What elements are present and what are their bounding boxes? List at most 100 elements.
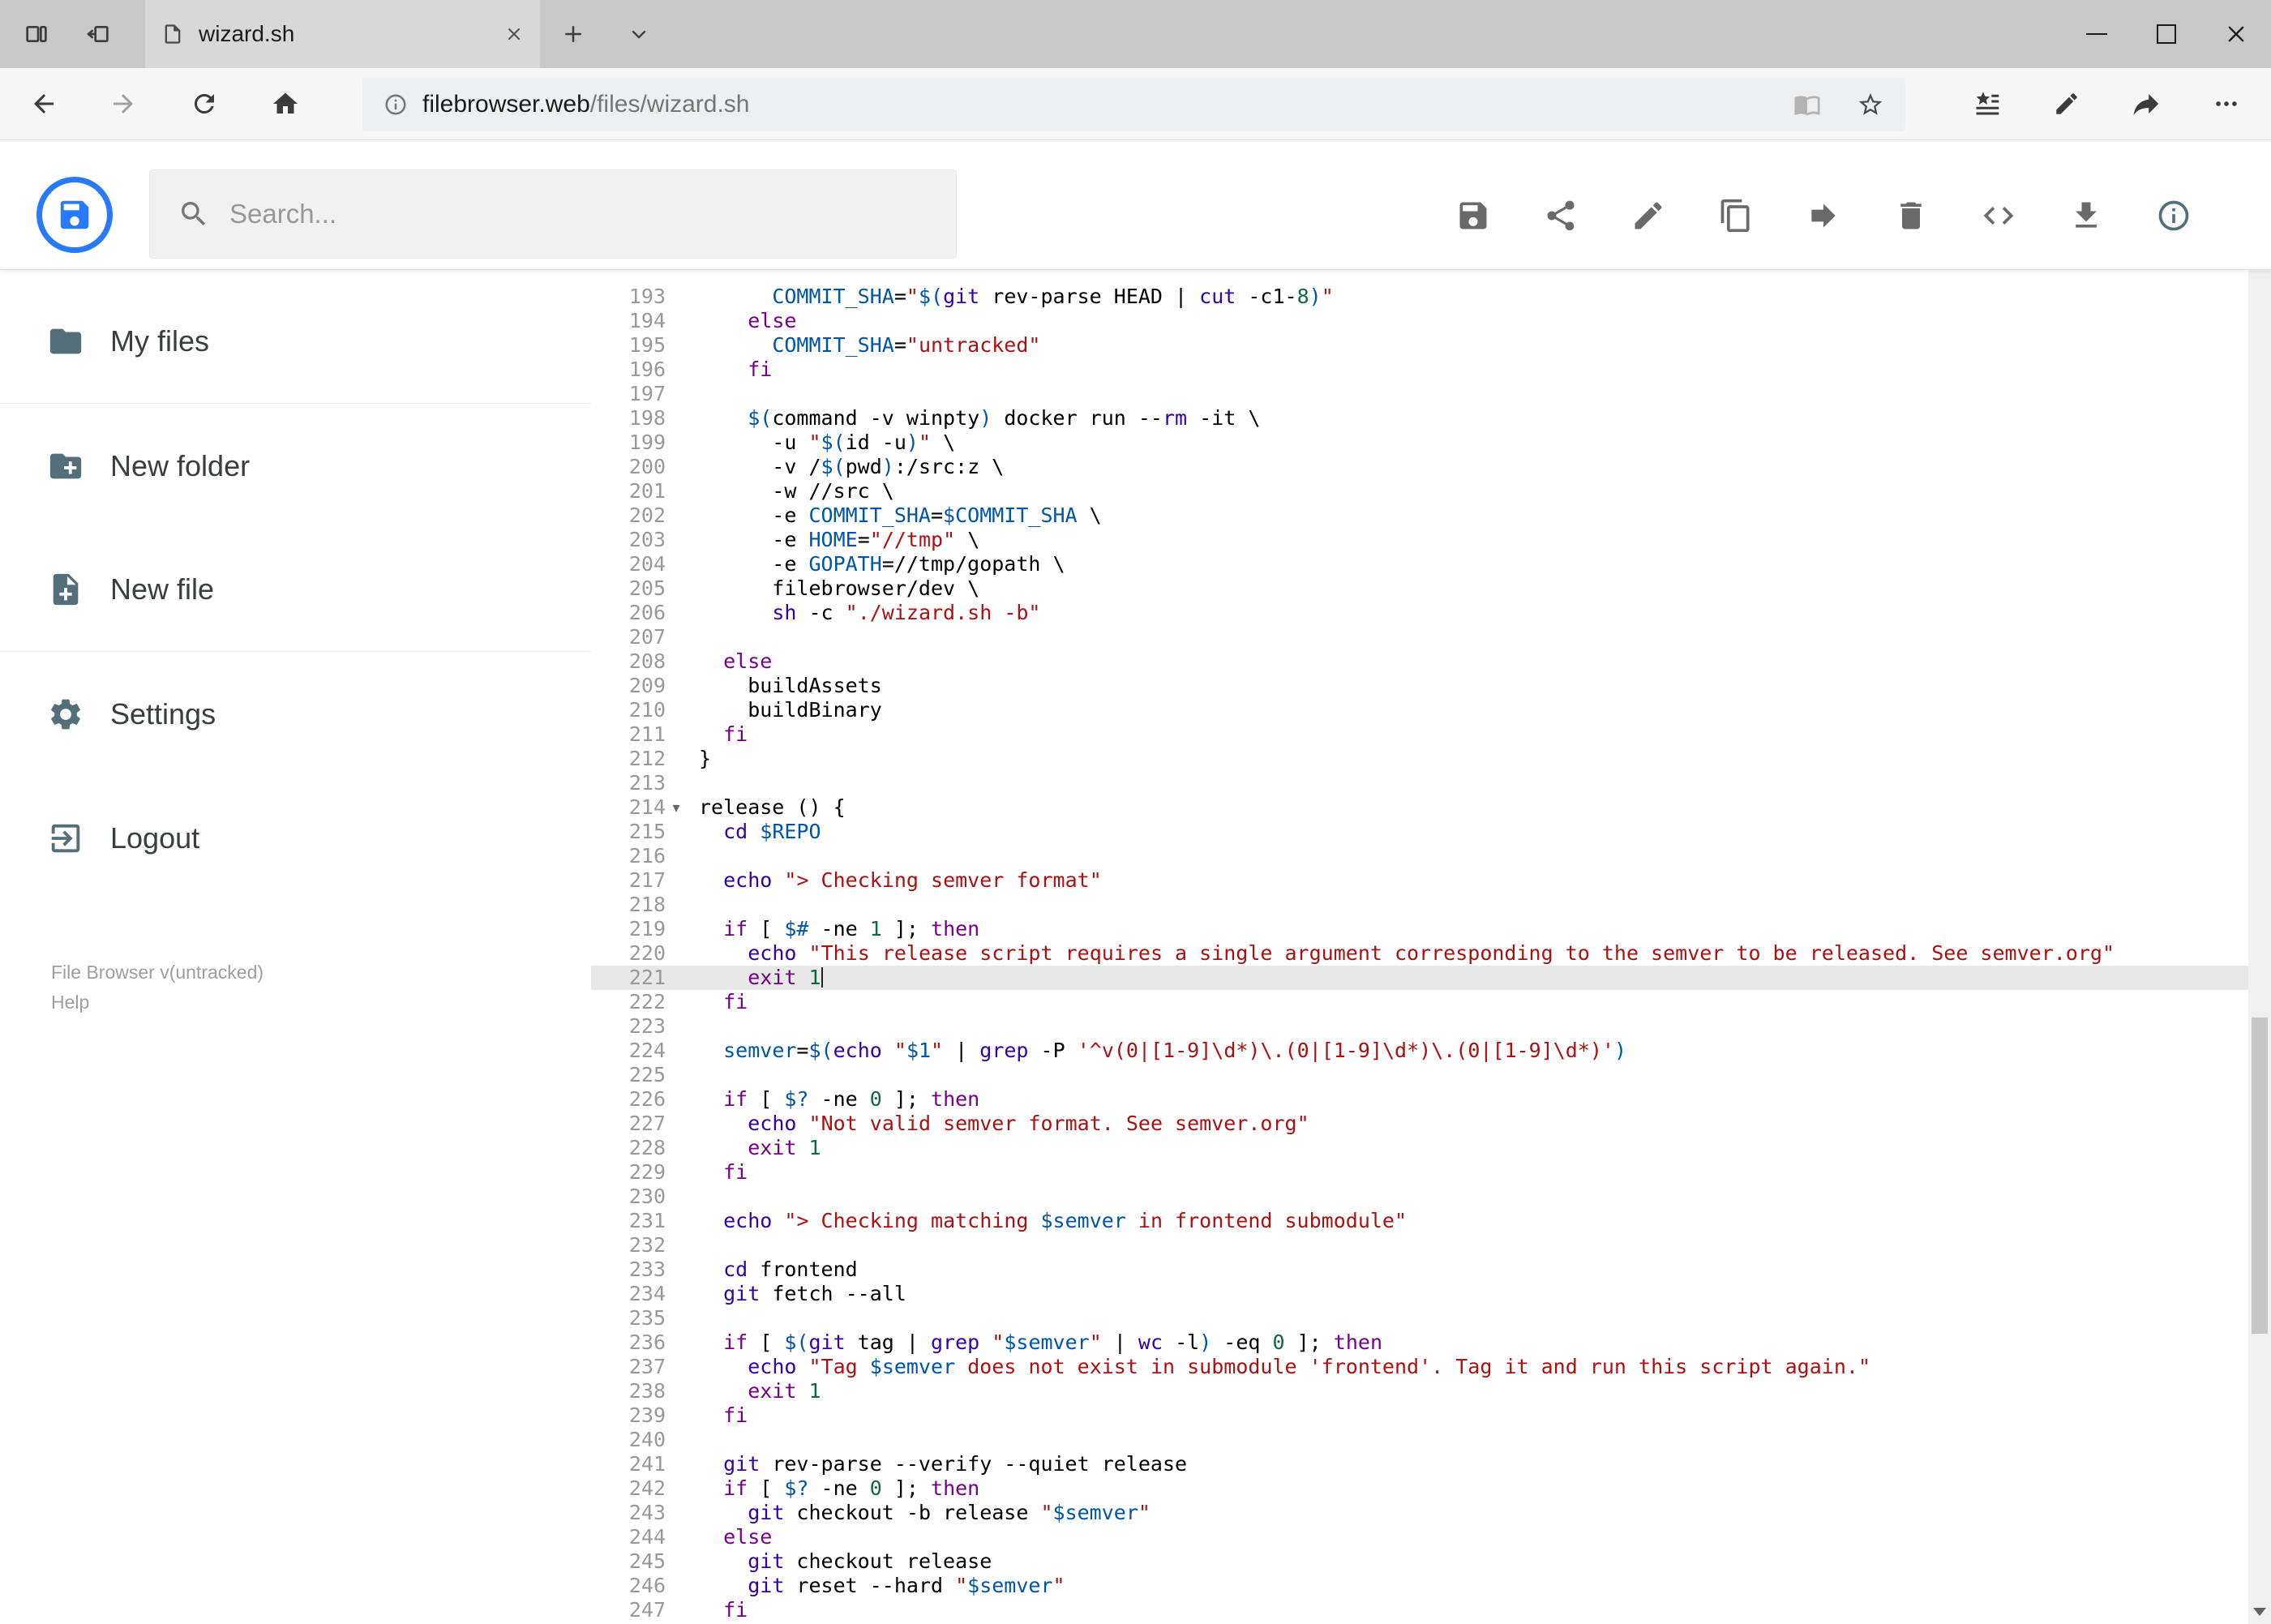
code-line-222[interactable]: 222 fi [591,990,2248,1014]
code-line-198[interactable]: 198 $(command -v winpty) docker run --rm… [591,406,2248,431]
code-line-204[interactable]: 204 -e GOPATH=//tmp/gopath \ [591,552,2248,576]
sidebar-item-new-folder[interactable]: New folder [0,404,591,528]
code-line-213[interactable]: 213 [591,771,2248,795]
code-line-234[interactable]: 234 git fetch --all [591,1282,2248,1306]
site-info-icon[interactable] [383,92,408,117]
scrollbar-thumb[interactable] [2252,1018,2268,1334]
delete-button[interactable] [1893,198,1929,234]
code-line-200[interactable]: 200 -v /$(pwd):/src:z \ [591,455,2248,479]
code-line-210[interactable]: 210 buildBinary [591,698,2248,722]
code-line-228[interactable]: 228 exit 1 [591,1136,2248,1160]
url-text[interactable]: filebrowser.web/files/wizard.sh [422,91,750,118]
code-editor[interactable]: 193 COMMIT_SHA="$(git rev-parse HEAD | c… [591,270,2248,1624]
favorites-hub-button[interactable] [1965,68,2010,139]
code-line-240[interactable]: 240 [591,1428,2248,1452]
code-line-193[interactable]: 193 COMMIT_SHA="$(git rev-parse HEAD | c… [591,285,2248,309]
scroll-down-arrow[interactable] [2248,1600,2271,1624]
code-line-220[interactable]: 220 echo "This release script requires a… [591,941,2248,966]
code-line-223[interactable]: 223 [591,1014,2248,1039]
code-line-203[interactable]: 203 -e HOME="//tmp" \ [591,528,2248,552]
address-bar[interactable]: filebrowser.web/files/wizard.sh [362,78,1905,131]
code-line-224[interactable]: 224 semver=$(echo "$1" | grep -P '^v(0|[… [591,1039,2248,1063]
tab-cards-button[interactable] [11,0,62,68]
download-button[interactable] [2068,198,2104,234]
code-line-207[interactable]: 207 [591,625,2248,649]
code-button[interactable] [1981,198,2016,234]
code-line-208[interactable]: 208 else [591,649,2248,674]
code-line-241[interactable]: 241 git rev-parse --verify --quiet relea… [591,1452,2248,1476]
code-line-195[interactable]: 195 COMMIT_SHA="untracked" [591,333,2248,358]
code-line-235[interactable]: 235 [591,1306,2248,1330]
code-line-239[interactable]: 239 fi [591,1403,2248,1428]
code-line-225[interactable]: 225 [591,1063,2248,1087]
code-line-221[interactable]: 221 exit 1 [591,966,2248,990]
filebrowser-logo[interactable] [36,177,113,253]
code-line-233[interactable]: 233 cd frontend [591,1258,2248,1282]
code-line-216[interactable]: 216 [591,844,2248,868]
code-line-212[interactable]: 212} [591,747,2248,771]
set-tabs-aside-button[interactable] [72,0,124,68]
code-line-232[interactable]: 232 [591,1233,2248,1258]
more-button[interactable] [2204,68,2249,139]
code-line-230[interactable]: 230 [591,1185,2248,1209]
code-line-215[interactable]: 215 cd $REPO [591,820,2248,844]
sidebar-item-logout[interactable]: Logout [0,776,591,900]
edit-button[interactable] [1630,198,1666,234]
code-line-229[interactable]: 229 fi [591,1160,2248,1185]
code-line-209[interactable]: 209 buildAssets [591,674,2248,698]
code-line-245[interactable]: 245 git checkout release [591,1549,2248,1574]
code-line-237[interactable]: 237 echo "Tag $semver does not exist in … [591,1355,2248,1379]
code-line-219[interactable]: 219 if [ $# -ne 1 ]; then [591,917,2248,941]
maximize-button[interactable] [2132,0,2201,68]
page-scrollbar[interactable] [2248,140,2271,1624]
sidebar-item-new-file[interactable]: New file [0,528,591,652]
web-note-button[interactable] [2044,68,2089,139]
favorite-star-icon[interactable] [1857,91,1884,118]
code-line-197[interactable]: 197 [591,382,2248,406]
sidebar-item-settings[interactable]: Settings [0,652,591,776]
code-line-201[interactable]: 201 -w //src \ [591,479,2248,503]
code-line-202[interactable]: 202 -e COMMIT_SHA=$COMMIT_SHA \ [591,503,2248,528]
browser-tab[interactable]: wizard.sh [145,0,540,68]
sidebar-item-my-files[interactable]: My files [0,280,591,404]
save-button[interactable] [1455,198,1491,234]
code-line-227[interactable]: 227 echo "Not valid semver format. See s… [591,1112,2248,1136]
code-line-206[interactable]: 206 sh -c "./wizard.sh -b" [591,601,2248,625]
close-button[interactable] [2201,0,2271,68]
code-line-246[interactable]: 246 git reset --hard "$semver" [591,1574,2248,1598]
share-button[interactable] [1543,198,1579,234]
reading-view-icon[interactable] [1793,91,1821,118]
code-line-199[interactable]: 199 -u "$(id -u)" \ [591,431,2248,455]
share-button[interactable] [2124,68,2170,139]
code-line-247[interactable]: 247 fi [591,1598,2248,1622]
code-line-214[interactable]: 214 ▾ release () { [591,795,2248,820]
minimize-button[interactable] [2062,0,2132,68]
code-line-196[interactable]: 196 fi [591,358,2248,382]
code-line-217[interactable]: 217 echo "> Checking semver format" [591,868,2248,893]
copy-button[interactable] [1718,198,1754,234]
move-button[interactable] [1806,198,1841,234]
code-line-218[interactable]: 218 [591,893,2248,917]
code-line-242[interactable]: 242 if [ $? -ne 0 ]; then [591,1476,2248,1501]
refresh-button[interactable] [182,68,227,139]
code-line-244[interactable]: 244 else [591,1525,2248,1549]
fold-marker[interactable]: ▾ [666,795,687,820]
code-line-243[interactable]: 243 git checkout -b release "$semver" [591,1501,2248,1525]
code-line-238[interactable]: 238 exit 1 [591,1379,2248,1403]
code-line-211[interactable]: 211 fi [591,722,2248,747]
code-line-236[interactable]: 236 if [ $(git tag | grep "$semver" | wc… [591,1330,2248,1355]
code-line-231[interactable]: 231 echo "> Checking matching $semver in… [591,1209,2248,1233]
tab-close-button[interactable] [504,24,524,44]
code-line-194[interactable]: 194 else [591,309,2248,333]
code-line-226[interactable]: 226 if [ $? -ne 0 ]; then [591,1087,2248,1112]
tab-preview-chevron-button[interactable] [613,0,665,68]
search-box[interactable] [149,169,957,259]
home-button[interactable] [263,68,308,139]
search-input[interactable] [229,199,911,229]
code-line-205[interactable]: 205 filebrowser/dev \ [591,576,2248,601]
back-button[interactable] [21,68,66,139]
forward-button[interactable] [101,68,146,139]
new-tab-button[interactable] [547,0,599,68]
help-link[interactable]: Help [51,988,264,1018]
info-button[interactable] [2156,198,2192,234]
